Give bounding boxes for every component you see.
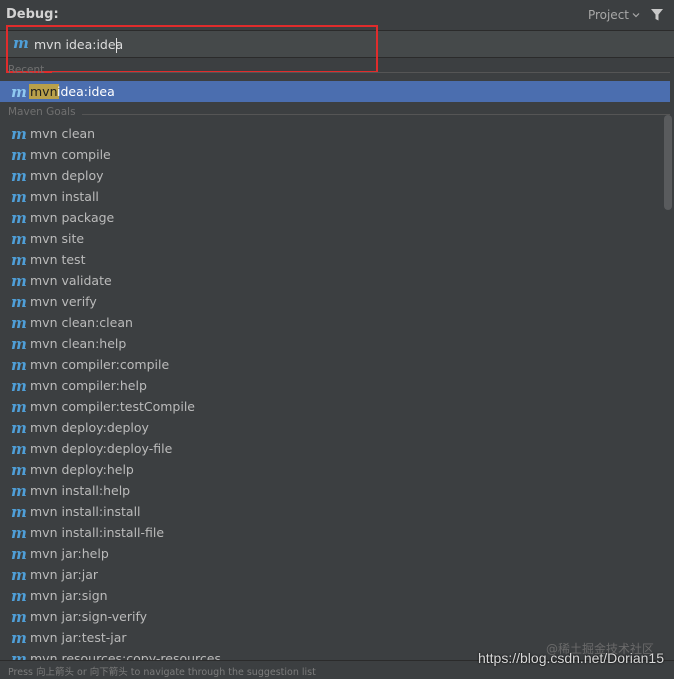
maven-goal-item[interactable]: m mvn compiler:help [0, 375, 660, 396]
recent-divider [52, 72, 670, 73]
maven-goal-item[interactable]: m mvn verify [0, 291, 660, 312]
filter-icon[interactable] [650, 8, 664, 22]
maven-goals-list: m mvn clean m mvn compile m mvn deploy m mvn in… [0, 123, 660, 669]
project-scope-dropdown[interactable]: Project [588, 8, 640, 22]
maven-goal-label: mvn verify [30, 294, 97, 309]
maven-icon: m [11, 251, 27, 269]
maven-icon: m [11, 461, 27, 479]
maven-icon: m [13, 34, 29, 52]
maven-goal-item[interactable]: m mvn install:install [0, 501, 660, 522]
maven-icon: m [11, 335, 27, 353]
maven-goal-label: mvn install:install-file [30, 525, 165, 540]
watermark-url: https://blog.csdn.net/Dorian15 [477, 650, 664, 666]
maven-goal-label: mvn install [30, 189, 99, 204]
maven-icon: m [11, 314, 27, 332]
maven-goal-item[interactable]: m mvn compiler:compile [0, 354, 660, 375]
maven-icon: m [11, 377, 27, 395]
maven-goal-item[interactable]: m mvn deploy:deploy-file [0, 438, 660, 459]
maven-goal-label: mvn compiler:testCompile [30, 399, 195, 414]
match-highlight: mvn [29, 84, 59, 99]
maven-goal-item[interactable]: m mvn jar:help [0, 543, 660, 564]
popup-title: Debug: [6, 7, 59, 22]
recent-group-label: Recent [8, 64, 45, 76]
maven-goal-item[interactable]: m mvn jar:jar [0, 564, 660, 585]
maven-goal-label: mvn deploy [30, 168, 104, 183]
maven-goals-divider [82, 114, 670, 115]
maven-icon: m [11, 167, 27, 185]
maven-goal-label: mvn test [30, 252, 86, 267]
maven-icon: m [11, 230, 27, 248]
maven-icon: m [11, 83, 27, 101]
maven-goal-item[interactable]: m mvn install [0, 186, 660, 207]
maven-goal-item[interactable]: m mvn compile [0, 144, 660, 165]
maven-goal-label: mvn package [30, 210, 115, 225]
maven-goal-label: mvn jar:test-jar [30, 630, 127, 645]
maven-goal-item[interactable]: m mvn compiler:testCompile [0, 396, 660, 417]
maven-goal-item[interactable]: m mvn test [0, 249, 660, 270]
maven-icon: m [11, 440, 27, 458]
maven-goal-label: mvn install:install [30, 504, 141, 519]
project-scope-label: Project [587, 8, 629, 22]
maven-goal-label: mvn compiler:compile [30, 357, 170, 372]
maven-icon: m [11, 209, 27, 227]
maven-icon: m [11, 608, 27, 626]
maven-icon: m [11, 545, 27, 563]
maven-goal-label: mvn clean:help [30, 336, 127, 351]
maven-goal-item[interactable]: m mvn install:help [0, 480, 660, 501]
recent-item-label: idea:idea [57, 84, 115, 99]
maven-goal-label: mvn clean:clean [30, 315, 133, 330]
maven-icon: m [11, 629, 27, 647]
maven-icon: m [11, 482, 27, 500]
popup-header: Debug: Project [0, 0, 674, 30]
scrollbar-thumb[interactable] [664, 115, 672, 210]
maven-goal-item[interactable]: m mvn clean:help [0, 333, 660, 354]
maven-goal-item[interactable]: m mvn install:install-file [0, 522, 660, 543]
maven-goal-item[interactable]: m mvn jar:sign [0, 585, 660, 606]
command-input-row: m [0, 30, 674, 58]
maven-goals-group-label: Maven Goals [8, 106, 76, 118]
maven-goal-item[interactable]: m mvn jar:sign-verify [0, 606, 660, 627]
chevron-down-icon [632, 13, 640, 18]
maven-icon: m [11, 356, 27, 374]
maven-goal-label: mvn deploy:help [30, 462, 134, 477]
maven-goal-label: mvn jar:jar [30, 567, 99, 582]
maven-icon: m [11, 293, 27, 311]
maven-icon: m [11, 125, 27, 143]
maven-goal-label: mvn jar:sign-verify [30, 609, 148, 624]
navigation-hint: Press 向上箭头 or 向下箭头 to navigate through t… [8, 667, 316, 678]
maven-icon: m [11, 419, 27, 437]
maven-goal-label: mvn compile [30, 147, 111, 162]
maven-goal-label: mvn install:help [30, 483, 131, 498]
maven-goal-item[interactable]: m mvn deploy [0, 165, 660, 186]
maven-goal-label: mvn jar:help [30, 546, 109, 561]
maven-goal-item[interactable]: m mvn package [0, 207, 660, 228]
maven-icon: m [11, 587, 27, 605]
maven-goal-item[interactable]: m mvn validate [0, 270, 660, 291]
maven-goal-item[interactable]: m mvn clean [0, 123, 660, 144]
maven-goal-label: mvn jar:sign [30, 588, 108, 603]
maven-icon: m [11, 524, 27, 542]
maven-goal-label: mvn deploy:deploy-file [30, 441, 173, 456]
maven-goal-label: mvn deploy:deploy [30, 420, 149, 435]
maven-icon: m [11, 146, 27, 164]
maven-goal-label: mvn compiler:help [30, 378, 147, 393]
maven-icon: m [11, 272, 27, 290]
maven-goal-label: mvn validate [30, 273, 112, 288]
maven-goal-item[interactable]: m mvn site [0, 228, 660, 249]
maven-icon: m [11, 188, 27, 206]
maven-goal-item[interactable]: m mvn deploy:deploy [0, 417, 660, 438]
maven-icon: m [11, 566, 27, 584]
command-input[interactable] [34, 34, 364, 54]
maven-icon: m [11, 503, 27, 521]
text-caret [116, 38, 117, 53]
maven-icon: m [11, 398, 27, 416]
recent-item-selected[interactable]: m mvn idea:idea [0, 81, 670, 102]
maven-goal-label: mvn site [30, 231, 85, 246]
maven-goal-item[interactable]: m mvn clean:clean [0, 312, 660, 333]
maven-goal-label: mvn clean [30, 126, 96, 141]
maven-goal-item[interactable]: m mvn deploy:help [0, 459, 660, 480]
